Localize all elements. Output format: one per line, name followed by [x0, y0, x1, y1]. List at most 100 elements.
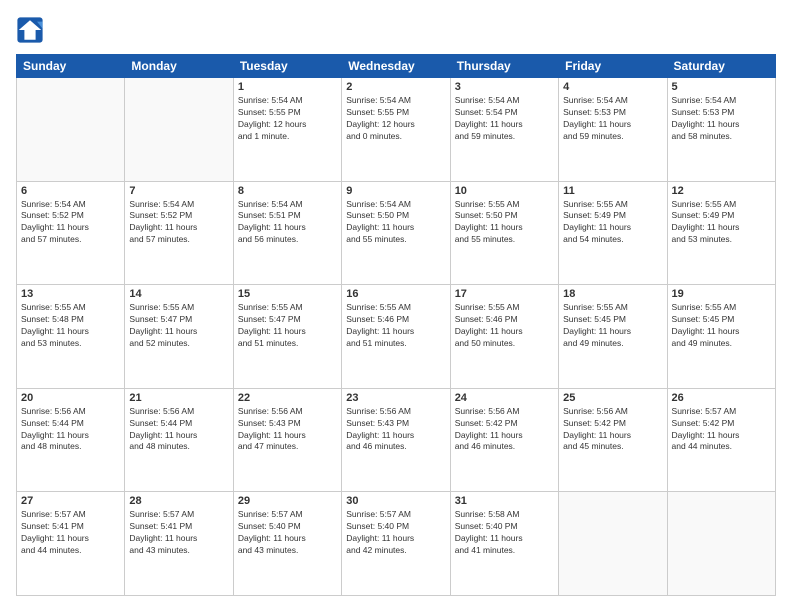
day-number: 12 — [672, 185, 771, 197]
calendar-cell: 12 Sunrise: 5:55 AMSunset: 5:49 PMDayligh… — [667, 181, 775, 285]
day-number: 2 — [346, 81, 445, 93]
day-info: Sunrise: 5:55 AMSunset: 5:49 PMDaylight:… — [672, 199, 771, 247]
day-info: Sunrise: 5:56 AMSunset: 5:42 PMDaylight:… — [563, 406, 662, 454]
day-number: 9 — [346, 185, 445, 197]
calendar-cell: 25 Sunrise: 5:56 AMSunset: 5:42 PMDayligh… — [559, 388, 667, 492]
day-info: Sunrise: 5:56 AMSunset: 5:43 PMDaylight:… — [346, 406, 445, 454]
day-info: Sunrise: 5:55 AMSunset: 5:46 PMDaylight:… — [455, 302, 554, 350]
day-number: 31 — [455, 495, 554, 507]
day-number: 26 — [672, 392, 771, 404]
day-info: Sunrise: 5:55 AMSunset: 5:48 PMDaylight:… — [21, 302, 120, 350]
day-info: Sunrise: 5:57 AMSunset: 5:41 PMDaylight:… — [21, 509, 120, 557]
header — [16, 16, 776, 44]
calendar-cell: 2 Sunrise: 5:54 AMSunset: 5:55 PMDaylight… — [342, 78, 450, 182]
day-number: 6 — [21, 185, 120, 197]
calendar-cell: 6 Sunrise: 5:54 AMSunset: 5:52 PMDaylight… — [17, 181, 125, 285]
day-info: Sunrise: 5:55 AMSunset: 5:47 PMDaylight:… — [129, 302, 228, 350]
day-info: Sunrise: 5:54 AMSunset: 5:55 PMDaylight:… — [238, 95, 337, 143]
day-number: 15 — [238, 288, 337, 300]
day-number: 28 — [129, 495, 228, 507]
calendar-cell: 19 Sunrise: 5:55 AMSunset: 5:45 PMDayligh… — [667, 285, 775, 389]
calendar-cell: 5 Sunrise: 5:54 AMSunset: 5:53 PMDaylight… — [667, 78, 775, 182]
day-info: Sunrise: 5:54 AMSunset: 5:55 PMDaylight:… — [346, 95, 445, 143]
calendar-cell: 29 Sunrise: 5:57 AMSunset: 5:40 PMDayligh… — [233, 492, 341, 596]
day-number: 23 — [346, 392, 445, 404]
calendar-cell: 8 Sunrise: 5:54 AMSunset: 5:51 PMDaylight… — [233, 181, 341, 285]
day-number: 10 — [455, 185, 554, 197]
day-info: Sunrise: 5:55 AMSunset: 5:50 PMDaylight:… — [455, 199, 554, 247]
day-number: 18 — [563, 288, 662, 300]
day-info: Sunrise: 5:57 AMSunset: 5:40 PMDaylight:… — [238, 509, 337, 557]
calendar-cell: 31Sunrise: 5:58 AMSunset: 5:40 PMDayligh… — [450, 492, 558, 596]
calendar-cell: 9 Sunrise: 5:54 AMSunset: 5:50 PMDaylight… — [342, 181, 450, 285]
day-number: 21 — [129, 392, 228, 404]
day-number: 29 — [238, 495, 337, 507]
day-info: Sunrise: 5:56 AMSunset: 5:42 PMDaylight:… — [455, 406, 554, 454]
logo-icon — [16, 16, 44, 44]
day-number: 22 — [238, 392, 337, 404]
calendar-cell — [17, 78, 125, 182]
calendar-cell: 20 Sunrise: 5:56 AMSunset: 5:44 PMDayligh… — [17, 388, 125, 492]
day-number: 16 — [346, 288, 445, 300]
col-wednesday: Wednesday — [342, 55, 450, 78]
day-info: Sunrise: 5:57 AMSunset: 5:42 PMDaylight:… — [672, 406, 771, 454]
calendar-cell: 17 Sunrise: 5:55 AMSunset: 5:46 PMDayligh… — [450, 285, 558, 389]
col-monday: Monday — [125, 55, 233, 78]
calendar-cell: 18 Sunrise: 5:55 AMSunset: 5:45 PMDayligh… — [559, 285, 667, 389]
day-info: Sunrise: 5:54 AMSunset: 5:51 PMDaylight:… — [238, 199, 337, 247]
day-info: Sunrise: 5:55 AMSunset: 5:45 PMDaylight:… — [672, 302, 771, 350]
col-thursday: Thursday — [450, 55, 558, 78]
calendar-cell: 15 Sunrise: 5:55 AMSunset: 5:47 PMDayligh… — [233, 285, 341, 389]
day-info: Sunrise: 5:54 AMSunset: 5:50 PMDaylight:… — [346, 199, 445, 247]
day-number: 13 — [21, 288, 120, 300]
calendar-cell — [559, 492, 667, 596]
day-number: 27 — [21, 495, 120, 507]
calendar-cell: 13 Sunrise: 5:55 AMSunset: 5:48 PMDayligh… — [17, 285, 125, 389]
page: Sunday Monday Tuesday Wednesday Thursday… — [0, 0, 792, 612]
day-number: 11 — [563, 185, 662, 197]
calendar-cell: 4Sunrise: 5:54 AMSunset: 5:53 PMDaylight… — [559, 78, 667, 182]
calendar-cell: 28Sunrise: 5:57 AMSunset: 5:41 PMDayligh… — [125, 492, 233, 596]
day-info: Sunrise: 5:54 AMSunset: 5:53 PMDaylight:… — [672, 95, 771, 143]
day-info: Sunrise: 5:55 AMSunset: 5:45 PMDaylight:… — [563, 302, 662, 350]
day-info: Sunrise: 5:56 AMSunset: 5:43 PMDaylight:… — [238, 406, 337, 454]
day-info: Sunrise: 5:54 AMSunset: 5:52 PMDaylight:… — [21, 199, 120, 247]
day-number: 19 — [672, 288, 771, 300]
calendar-cell: 7 Sunrise: 5:54 AMSunset: 5:52 PMDaylight… — [125, 181, 233, 285]
calendar-cell: 14 Sunrise: 5:55 AMSunset: 5:47 PMDayligh… — [125, 285, 233, 389]
calendar-cell: 30 Sunrise: 5:57 AMSunset: 5:40 PMDayligh… — [342, 492, 450, 596]
day-number: 25 — [563, 392, 662, 404]
day-info: Sunrise: 5:57 AMSunset: 5:40 PMDaylight:… — [346, 509, 445, 557]
logo — [16, 16, 48, 44]
day-number: 7 — [129, 185, 228, 197]
calendar-cell: 3Sunrise: 5:54 AMSunset: 5:54 PMDaylight… — [450, 78, 558, 182]
day-number: 20 — [21, 392, 120, 404]
calendar-cell: 21Sunrise: 5:56 AMSunset: 5:44 PMDayligh… — [125, 388, 233, 492]
day-number: 30 — [346, 495, 445, 507]
calendar-cell: 11 Sunrise: 5:55 AMSunset: 5:49 PMDayligh… — [559, 181, 667, 285]
day-number: 4 — [563, 81, 662, 93]
calendar-cell: 16 Sunrise: 5:55 AMSunset: 5:46 PMDayligh… — [342, 285, 450, 389]
calendar-cell: 27 Sunrise: 5:57 AMSunset: 5:41 PMDayligh… — [17, 492, 125, 596]
day-info: Sunrise: 5:55 AMSunset: 5:46 PMDaylight:… — [346, 302, 445, 350]
col-friday: Friday — [559, 55, 667, 78]
day-number: 17 — [455, 288, 554, 300]
calendar-table: Sunday Monday Tuesday Wednesday Thursday… — [16, 54, 776, 596]
day-number: 24 — [455, 392, 554, 404]
calendar-cell: 22 Sunrise: 5:56 AMSunset: 5:43 PMDayligh… — [233, 388, 341, 492]
day-info: Sunrise: 5:55 AMSunset: 5:47 PMDaylight:… — [238, 302, 337, 350]
calendar-cell: 10 Sunrise: 5:55 AMSunset: 5:50 PMDayligh… — [450, 181, 558, 285]
day-number: 8 — [238, 185, 337, 197]
header-row: Sunday Monday Tuesday Wednesday Thursday… — [17, 55, 776, 78]
calendar-cell: 26 Sunrise: 5:57 AMSunset: 5:42 PMDayligh… — [667, 388, 775, 492]
day-info: Sunrise: 5:56 AMSunset: 5:44 PMDaylight:… — [21, 406, 120, 454]
day-number: 3 — [455, 81, 554, 93]
day-info: Sunrise: 5:54 AMSunset: 5:52 PMDaylight:… — [129, 199, 228, 247]
calendar-cell — [667, 492, 775, 596]
day-info: Sunrise: 5:55 AMSunset: 5:49 PMDaylight:… — [563, 199, 662, 247]
col-tuesday: Tuesday — [233, 55, 341, 78]
col-saturday: Saturday — [667, 55, 775, 78]
day-number: 5 — [672, 81, 771, 93]
day-number: 14 — [129, 288, 228, 300]
calendar-cell — [125, 78, 233, 182]
